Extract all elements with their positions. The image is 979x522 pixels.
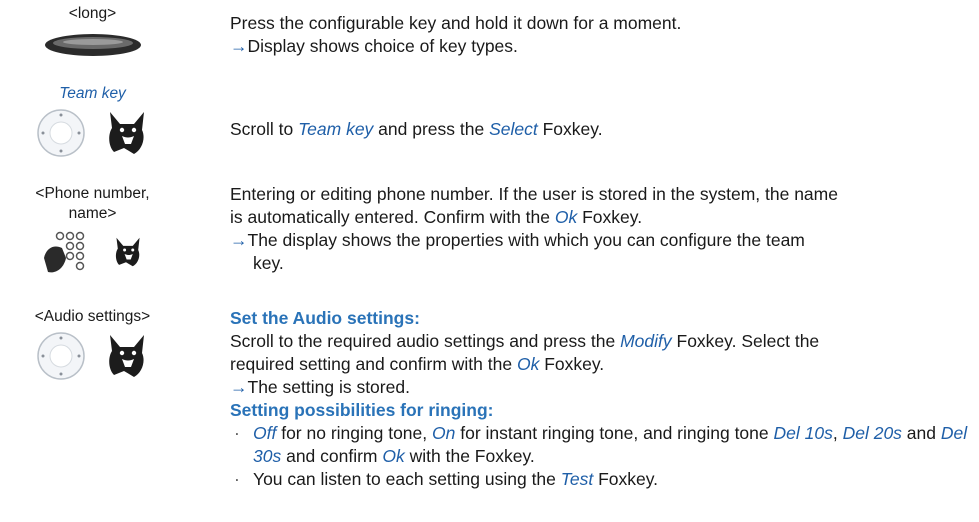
- step1-left: <long>: [0, 4, 185, 58]
- step4-line3: →The setting is stored.: [230, 377, 410, 397]
- step4-line2: required setting and confirm with the Ok…: [230, 354, 605, 374]
- step4-line1: Scroll to the required audio settings an…: [230, 331, 820, 351]
- bullet-icon: ·: [234, 423, 240, 443]
- audio-settings-label: <Audio settings>: [34, 308, 151, 325]
- step1-line2: →Display shows choice of key types.: [230, 36, 518, 56]
- foxkey-icon: [108, 335, 144, 377]
- navigation-wheel-icon: [36, 109, 85, 157]
- step3-text: Entering or editing phone number. If the…: [230, 183, 975, 275]
- step3-line1: Entering or editing phone number. If the…: [230, 184, 838, 204]
- arrow-icon: →: [230, 377, 248, 397]
- step3-line4: key.: [253, 253, 284, 273]
- arrow-icon: →: [230, 230, 248, 250]
- step4-left: <Audio settings>: [0, 307, 185, 381]
- step2-left: Team key: [0, 84, 185, 158]
- step4-icons: [0, 331, 185, 381]
- bullet-icon: ·: [234, 469, 240, 489]
- step4-text: Set the Audio settings: Scroll to the re…: [230, 307, 975, 491]
- ringing-heading: Setting possibilities for ringing:: [230, 400, 494, 420]
- step3-line3: →The display shows the properties with w…: [230, 230, 805, 250]
- ringing-bullet-1: · Off for no ringing tone, On for instan…: [234, 423, 968, 466]
- long-press-label: <long>: [68, 5, 117, 22]
- audio-settings-heading: Set the Audio settings:: [230, 308, 420, 328]
- phone-number-label-2: name>: [68, 205, 117, 222]
- team-key-label: Team key: [59, 85, 126, 102]
- step1-line1: Press the configurable key and hold it d…: [230, 13, 682, 33]
- step2-text: Scroll to Team key and press the Select …: [230, 119, 603, 139]
- step3-icons: [0, 228, 185, 276]
- phone-number-label-1: <Phone number,: [35, 185, 150, 202]
- foxkey-small-icon: [115, 237, 140, 267]
- keypad-icon: [43, 231, 84, 273]
- arrow-icon: →: [230, 36, 248, 56]
- foxkey-icon: [108, 112, 144, 154]
- step1-text: Press the configurable key and hold it d…: [230, 12, 975, 58]
- ringing-bullet-2: · You can listen to each setting using t…: [234, 469, 659, 489]
- long-press-key-icon: [0, 32, 185, 58]
- step3-left: <Phone number, name>: [0, 184, 185, 276]
- step3-line2: is automatically entered. Confirm with t…: [230, 207, 643, 227]
- step2-icons: [0, 108, 185, 158]
- navigation-wheel-icon: [36, 332, 85, 380]
